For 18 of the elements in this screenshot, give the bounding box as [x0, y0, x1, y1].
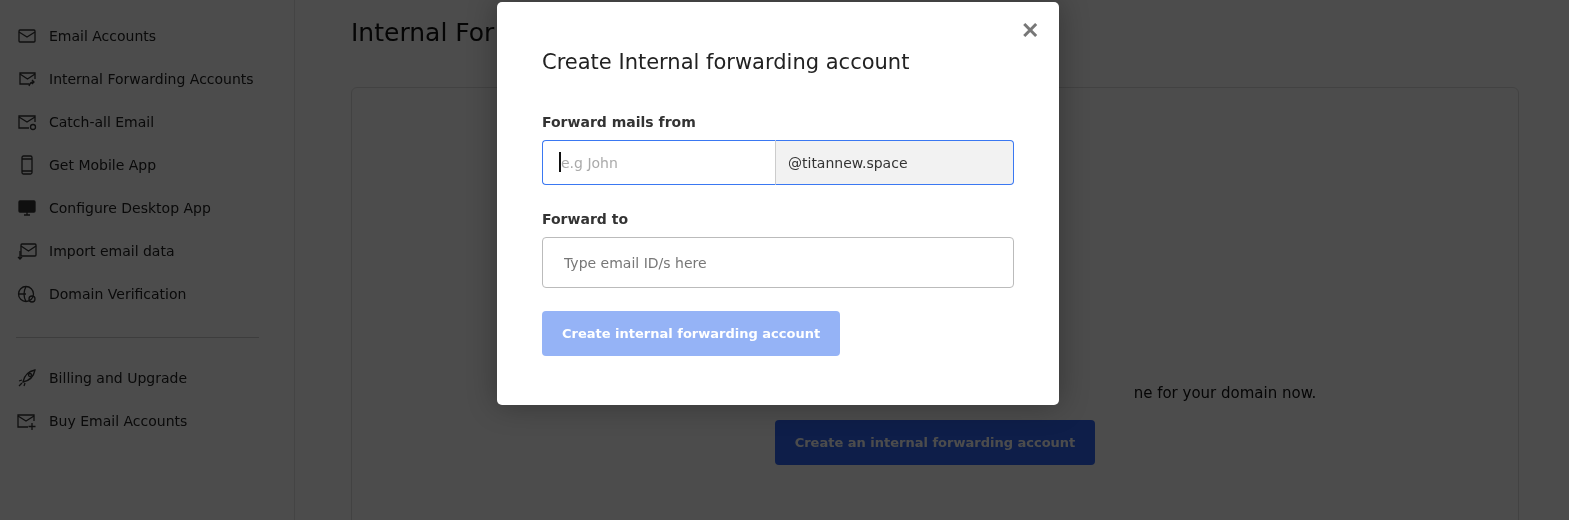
- email-input-field[interactable]: Type email ID/s here: [542, 237, 1014, 288]
- username-field[interactable]: e.g John: [542, 140, 776, 185]
- sidebar-item[interactable]: Import email data: [49, 242, 175, 259]
- sidebar-item[interactable]: Internal Forwarding Accounts: [49, 70, 254, 87]
- sidebar-item[interactable]: Get Mobile App: [49, 156, 157, 173]
- modal-title: Create Internal forwarding account: [542, 50, 911, 74]
- sidebar-item[interactable]: Billing and Upgrade: [49, 369, 188, 386]
- close-button[interactable]: ✕: [1019, 18, 1041, 44]
- page-title: Internal For: [351, 18, 495, 47]
- field-label: Forward to: [542, 211, 629, 227]
- sidebar-item[interactable]: Configure Desktop App: [49, 199, 211, 216]
- sidebar-item[interactable]: Catch-all Email: [49, 113, 155, 130]
- sidebar-item[interactable]: Email Accounts: [49, 27, 157, 44]
- domain-suffix: @titannew.space: [776, 140, 1014, 185]
- field-label: Forward mails from: [542, 114, 697, 130]
- sidebar-item[interactable]: Buy Email Accounts: [49, 412, 188, 429]
- description-text: ne for your domain now.: [1133, 384, 1317, 402]
- sidebar-item[interactable]: Domain Verification: [49, 285, 187, 302]
